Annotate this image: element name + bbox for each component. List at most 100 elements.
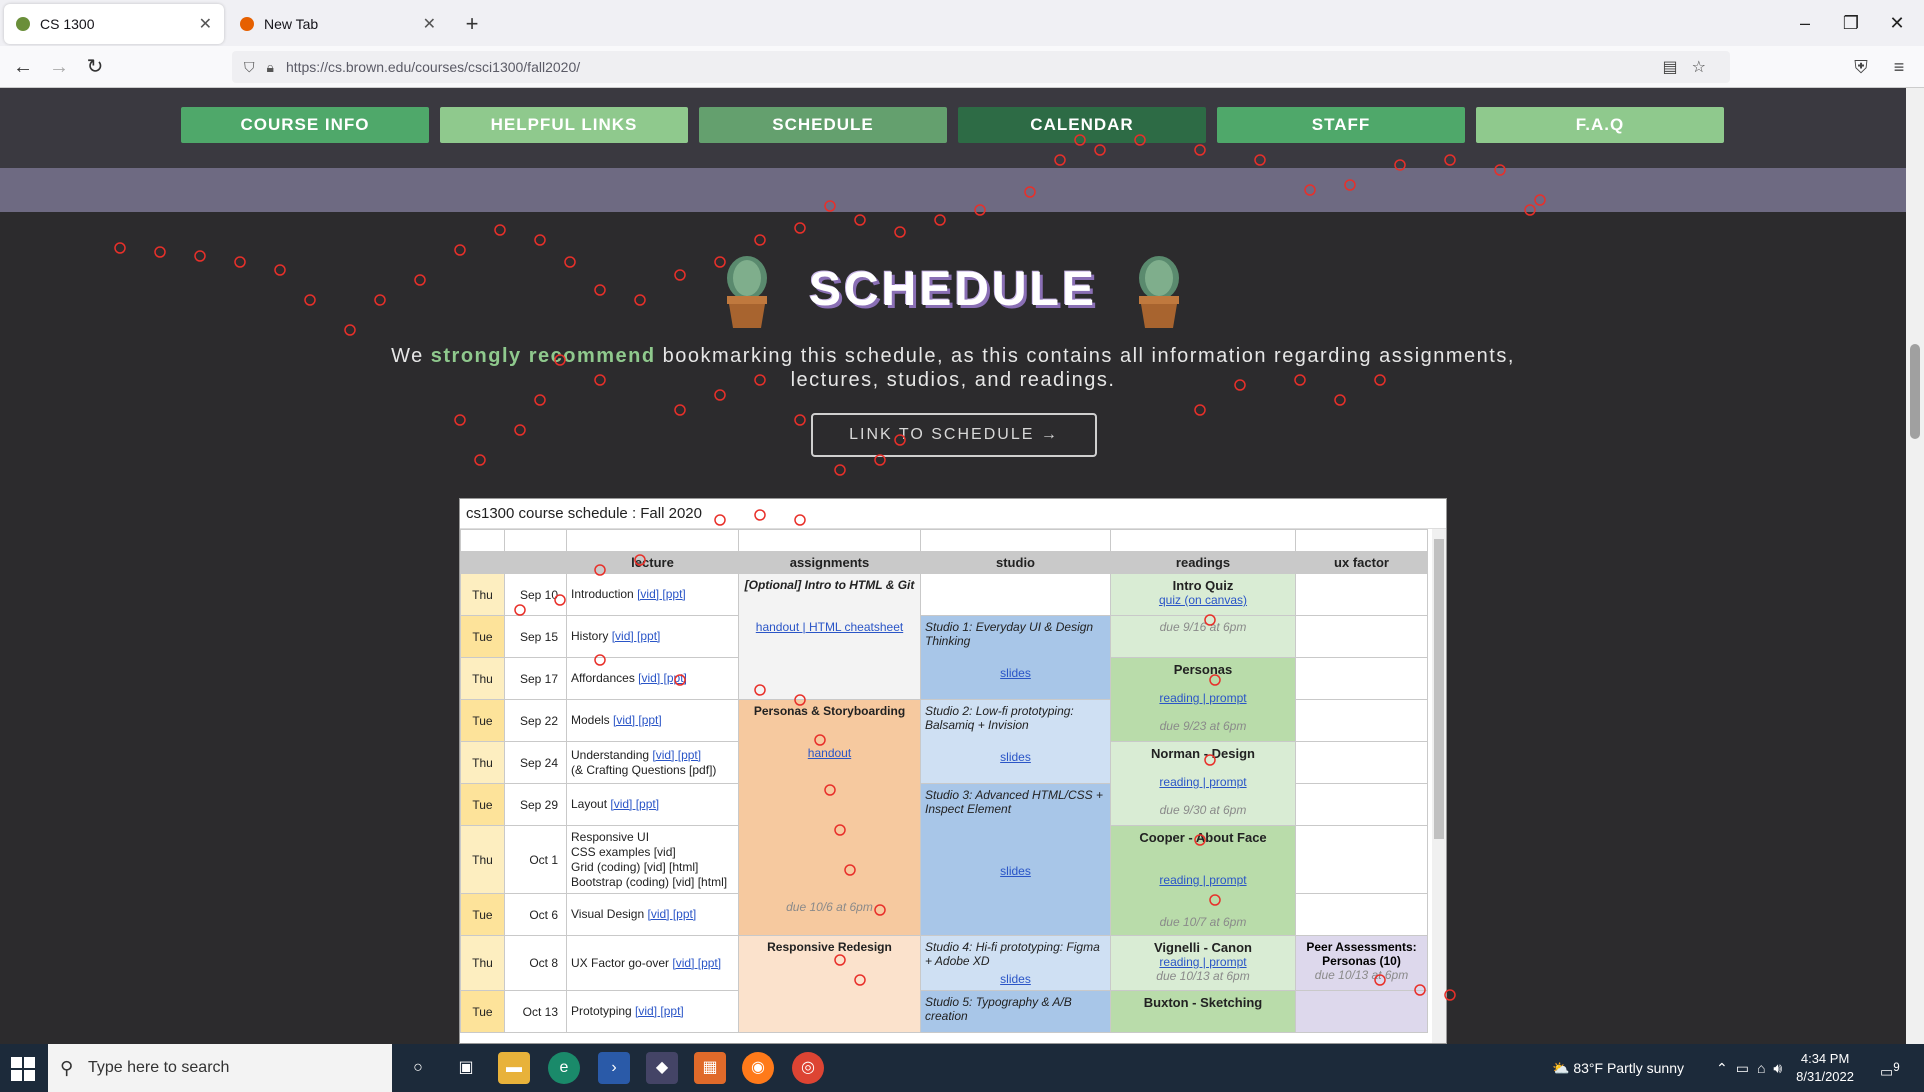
- studio-slides-link[interactable]: slides: [925, 666, 1106, 680]
- reading-link[interactable]: reading | prompt: [1159, 873, 1246, 887]
- studio-title: Studio 3: Advanced HTML/CSS + Inspect El…: [925, 788, 1103, 816]
- lecture-cell[interactable]: Responsive UI CSS examples [vid] Grid (c…: [566, 825, 739, 894]
- day-cell: Thu: [460, 741, 505, 784]
- reading-link[interactable]: quiz (on canvas): [1159, 593, 1247, 607]
- notification-icon[interactable]: ▭9: [1880, 1044, 1900, 1092]
- firefox-icon[interactable]: ◉: [742, 1052, 774, 1084]
- file-explorer-icon[interactable]: ▬: [498, 1052, 530, 1084]
- nav-faq[interactable]: F.A.Q: [1476, 107, 1724, 143]
- lecture-cell[interactable]: Prototyping [vid] [ppt]: [566, 990, 739, 1033]
- page-scrollbar[interactable]: [1906, 88, 1924, 1044]
- intro-highlight: strongly recommend: [430, 345, 656, 367]
- restore-icon[interactable]: ❐: [1828, 0, 1874, 46]
- lecture-sub[interactable]: CSS examples [vid]: [571, 845, 676, 859]
- windows-start-icon[interactable]: [10, 1056, 36, 1082]
- clock-date: 8/31/2022: [1796, 1069, 1854, 1084]
- studio-slides-link[interactable]: slides: [925, 972, 1106, 986]
- nav-staff[interactable]: STAFF: [1217, 107, 1465, 143]
- lecture-links[interactable]: [vid] [ppt]: [635, 1004, 684, 1018]
- lecture-cell[interactable]: Affordances [vid] [ppt]: [566, 657, 739, 700]
- link-to-schedule-button[interactable]: LINK TO SCHEDULE →: [811, 413, 1097, 457]
- lecture-sub[interactable]: Grid (coding) [vid] [html]: [571, 860, 698, 874]
- task-view-icon[interactable]: ▣: [450, 1052, 482, 1084]
- tab-new-tab[interactable]: New Tab ✕: [228, 4, 448, 44]
- app-icon[interactable]: ◆: [646, 1052, 678, 1084]
- sheet-scroll-thumb[interactable]: [1434, 539, 1444, 839]
- system-tray-icons[interactable]: ⌃▭⌂🔊︎: [1716, 1044, 1790, 1092]
- powershell-icon[interactable]: ›: [598, 1052, 630, 1084]
- lecture-cell[interactable]: Visual Design [vid] [ppt]: [566, 893, 739, 936]
- ux-cell: [1295, 741, 1428, 784]
- new-tab-plus-icon[interactable]: +: [458, 10, 486, 38]
- nav-schedule[interactable]: SCHEDULE: [699, 107, 947, 143]
- blank-cell: [1110, 529, 1296, 552]
- close-tab-icon[interactable]: ✕: [423, 14, 436, 34]
- taskbar-search[interactable]: ⚲ Type here to search: [48, 1044, 392, 1092]
- header-band: [0, 168, 1906, 212]
- close-tab-icon[interactable]: ✕: [199, 14, 212, 34]
- assignment-links[interactable]: handout | HTML cheatsheet: [756, 620, 903, 634]
- pocket-icon[interactable]: ⛨: [1846, 52, 1876, 82]
- schedule-table: lecture assignments studio readings ux f…: [460, 529, 1428, 1033]
- close-window-icon[interactable]: ✕: [1874, 0, 1920, 46]
- reading-link[interactable]: reading | prompt: [1159, 955, 1246, 969]
- lecture-links[interactable]: [vid] [ppt]: [612, 629, 661, 643]
- assignment-cell: Personas & Storyboarding handout due 10/…: [738, 699, 921, 936]
- nav-calendar[interactable]: CALENDAR: [958, 107, 1206, 143]
- menu-icon[interactable]: ≡: [1884, 52, 1914, 82]
- lecture-cell[interactable]: Layout [vid] [ppt]: [566, 783, 739, 826]
- back-arrow-icon[interactable]: ←: [8, 52, 38, 82]
- edge-icon[interactable]: e: [548, 1052, 580, 1084]
- lecture-cell[interactable]: Introduction [vid] [ppt]: [566, 573, 739, 616]
- ux-cell: [1295, 825, 1428, 894]
- nav-course-info[interactable]: COURSE INFO: [181, 107, 429, 143]
- search-placeholder[interactable]: Type here to search: [88, 1059, 229, 1076]
- studio-empty: [920, 573, 1111, 616]
- reading-link[interactable]: reading | prompt: [1159, 691, 1246, 705]
- lecture-cell[interactable]: Understanding [vid] [ppt] (& Crafting Que…: [566, 741, 739, 784]
- lecture-links[interactable]: [vid] [ppt]: [648, 907, 697, 921]
- date-cell: Oct 6: [504, 893, 567, 936]
- intro-text: We strongly recommend bookmarking this s…: [360, 344, 1546, 392]
- clock[interactable]: 4:34 PM 8/31/2022: [1796, 1050, 1854, 1086]
- lecture-links[interactable]: [vid] [ppt]: [672, 956, 721, 970]
- weather-widget[interactable]: ⛅ 83°F Partly sunny: [1552, 1044, 1684, 1092]
- lecture-cell[interactable]: History [vid] [ppt]: [566, 615, 739, 658]
- lecture-cell[interactable]: UX Factor go-over [vid] [ppt]: [566, 935, 739, 991]
- lecture-links[interactable]: [vid] [ppt]: [652, 748, 701, 762]
- forward-arrow-icon[interactable]: →: [44, 52, 74, 82]
- header-blank: [504, 551, 567, 574]
- lecture-links[interactable]: [vid] [ppt]: [638, 671, 687, 685]
- reading-link[interactable]: reading | prompt: [1159, 775, 1246, 789]
- reload-icon[interactable]: ↻: [80, 52, 110, 82]
- minimize-icon[interactable]: –: [1782, 0, 1828, 46]
- lecture-links[interactable]: [vid] [ppt]: [613, 713, 662, 727]
- reader-bookmark-icons[interactable]: ▤☆: [1663, 57, 1720, 77]
- lecture-links[interactable]: [vid] [ppt]: [637, 587, 686, 601]
- lecture-extra[interactable]: (& Crafting Questions [pdf]): [571, 763, 716, 777]
- page-scroll-thumb[interactable]: [1910, 344, 1920, 439]
- lecture-sub[interactable]: Bootstrap (coding) [vid] [html]: [571, 875, 727, 889]
- assignment-links[interactable]: handout: [808, 746, 851, 760]
- tab-cs1300[interactable]: CS 1300 ✕: [4, 4, 224, 44]
- lecture-name: UX Factor go-over: [571, 955, 670, 970]
- sheet-scrollbar[interactable]: [1432, 529, 1446, 1043]
- cortana-icon[interactable]: ○: [402, 1052, 434, 1084]
- url-bar[interactable]: ⛉ 🔒︎ https://cs.brown.edu/courses/csci13…: [232, 51, 1730, 83]
- reading-title: Norman - Design: [1150, 746, 1255, 761]
- weather-text: 83°F Partly sunny: [1573, 1060, 1684, 1076]
- studio-slides-link[interactable]: slides: [925, 750, 1106, 764]
- lecture-cell[interactable]: Models [vid] [ppt]: [566, 699, 739, 742]
- nav-helpful-links[interactable]: HELPFUL LINKS: [440, 107, 688, 143]
- date-cell: Sep 24: [504, 741, 567, 784]
- schedule-spreadsheet[interactable]: cs1300 course schedule : Fall 2020 lectu…: [459, 498, 1447, 1044]
- lock-icon[interactable]: 🔒︎: [267, 59, 274, 76]
- app-orange-icon[interactable]: ▦: [694, 1052, 726, 1084]
- studio-slides-link[interactable]: slides: [925, 864, 1106, 878]
- day-cell: Tue: [460, 990, 505, 1033]
- lecture-name: Affordances: [571, 671, 635, 685]
- url-text[interactable]: https://cs.brown.edu/courses/csci1300/fa…: [286, 59, 580, 75]
- lecture-links[interactable]: [vid] [ppt]: [610, 797, 659, 811]
- chrome-icon[interactable]: ◎: [792, 1052, 824, 1084]
- shield-icon[interactable]: ⛉: [244, 59, 255, 76]
